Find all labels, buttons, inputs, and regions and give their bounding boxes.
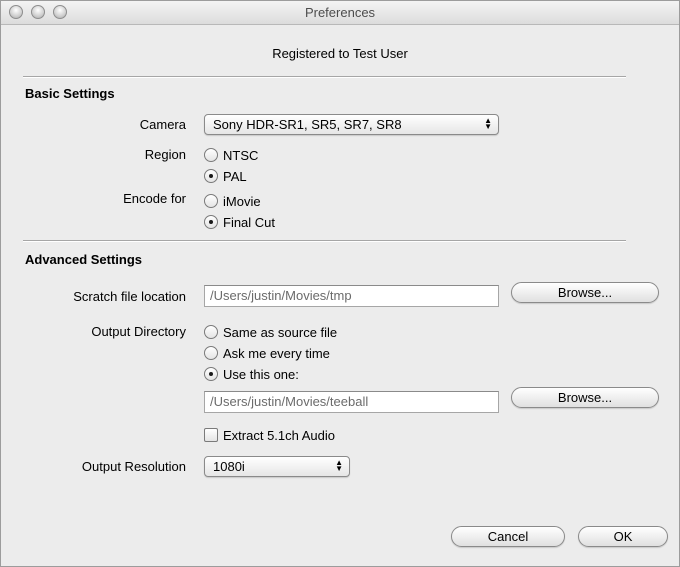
radio-label-pal: PAL (223, 168, 247, 184)
title-bar[interactable]: Preferences (1, 1, 679, 25)
popup-arrows-icon: ▲ ▼ (484, 116, 492, 131)
radio-ntsc[interactable]: NTSC (204, 146, 258, 164)
radio-button-icon[interactable] (204, 194, 218, 208)
output-browse-button[interactable]: Browse... (511, 387, 659, 408)
radio-ask-every-time[interactable]: Ask me every time (204, 344, 330, 362)
radio-button-icon[interactable] (204, 346, 218, 360)
radio-label-imovie: iMovie (223, 193, 261, 209)
resolution-label: Output Resolution (81, 459, 186, 474)
output-directory-label: Output Directory (91, 324, 186, 339)
radio-pal[interactable]: PAL (204, 167, 247, 185)
radio-final-cut[interactable]: Final Cut (204, 213, 275, 231)
divider (23, 240, 626, 242)
ok-button[interactable]: OK (578, 526, 668, 547)
region-label: Region (144, 147, 186, 162)
radio-button-selected-icon[interactable] (204, 215, 218, 229)
extract-audio-label: Extract 5.1ch Audio (223, 427, 336, 443)
popup-arrows-icon: ▲ ▼ (335, 458, 343, 473)
preferences-window: Preferences Registered to Test User Basi… (0, 0, 680, 567)
advanced-settings-heading: Advanced Settings (25, 252, 143, 267)
basic-settings-heading: Basic Settings (25, 86, 115, 101)
resolution-popup[interactable]: 1080i ▲ ▼ (204, 456, 350, 477)
scratch-browse-button[interactable]: Browse... (511, 282, 659, 303)
camera-value: Sony HDR-SR1, SR5, SR7, SR8 (213, 117, 402, 132)
encode-label: Encode for (123, 191, 186, 206)
radio-button-icon[interactable] (204, 148, 218, 162)
radio-same-as-source[interactable]: Same as source file (204, 323, 337, 341)
radio-label-ask-every-time: Ask me every time (223, 345, 330, 361)
radio-button-selected-icon[interactable] (204, 169, 218, 183)
checkbox-icon[interactable] (204, 428, 218, 442)
cancel-button[interactable]: Cancel (451, 526, 565, 547)
extract-audio-checkbox-row[interactable]: Extract 5.1ch Audio (204, 426, 335, 444)
registration-text: Registered to Test User (272, 46, 408, 61)
radio-button-icon[interactable] (204, 325, 218, 339)
radio-label-use-this-one: Use this one: (223, 366, 299, 382)
scratch-label: Scratch file location (73, 289, 186, 304)
camera-label: Camera (139, 117, 186, 132)
scratch-location-field[interactable]: /Users/justin/Movies/tmp (204, 285, 499, 307)
radio-use-this-one[interactable]: Use this one: (204, 365, 299, 383)
radio-label-final-cut: Final Cut (223, 214, 276, 230)
window-title: Preferences (304, 5, 376, 20)
radio-label-ntsc: NTSC (223, 147, 259, 163)
radio-label-same-as-source: Same as source file (223, 324, 338, 340)
resolution-value: 1080i (213, 459, 245, 474)
divider (23, 76, 626, 78)
radio-imovie[interactable]: iMovie (204, 192, 261, 210)
radio-button-selected-icon[interactable] (204, 367, 218, 381)
output-directory-field[interactable]: /Users/justin/Movies/teeball (204, 391, 499, 413)
camera-popup[interactable]: Sony HDR-SR1, SR5, SR7, SR8 ▲ ▼ (204, 114, 499, 135)
